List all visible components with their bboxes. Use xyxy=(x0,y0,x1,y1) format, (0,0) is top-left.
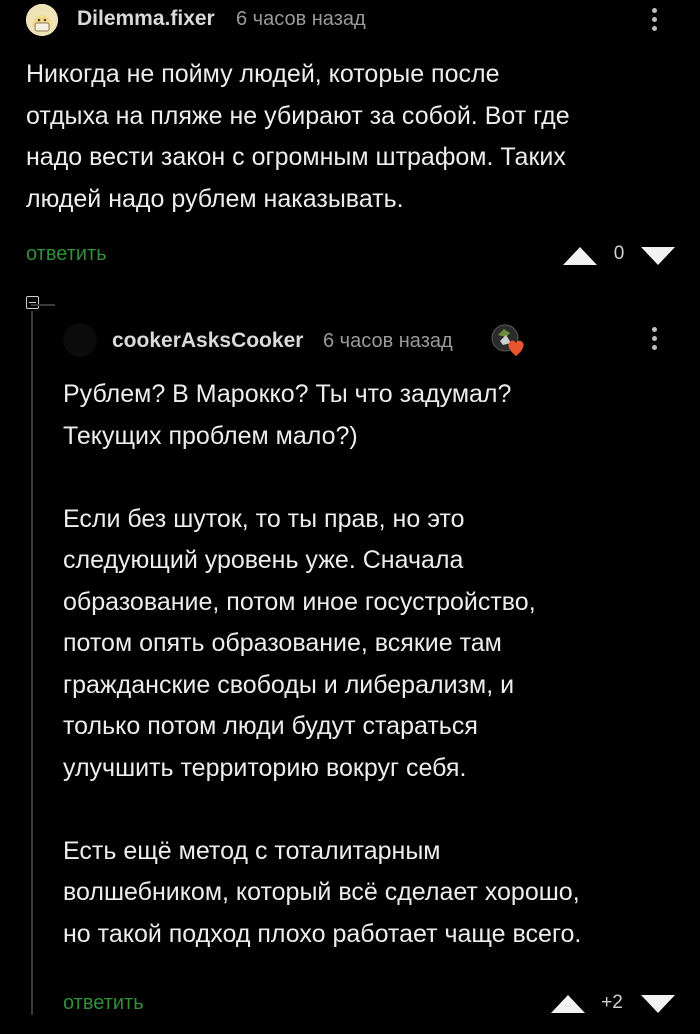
vertical-ellipsis-icon[interactable] xyxy=(649,8,659,35)
user-badge xyxy=(490,323,528,359)
comment-paragraph: Есть ещё метод с тоталитарным волшебнико… xyxy=(63,836,582,948)
thread-branch xyxy=(31,304,55,306)
comment-text: Никогда не пойму людей, которые после от… xyxy=(26,54,686,220)
comment-paragraph: Никогда не пойму людей, которые после от… xyxy=(26,60,570,213)
triangle-up-icon[interactable] xyxy=(551,993,585,1013)
username[interactable]: Dilemma.fixer xyxy=(77,7,215,31)
thread-line[interactable] xyxy=(31,311,33,1015)
triangle-down-icon[interactable] xyxy=(641,993,675,1013)
vertical-ellipsis-icon[interactable] xyxy=(649,327,659,354)
comment-text: Рублем? В Марокко? Ты что задумал? Текущ… xyxy=(63,374,693,955)
reply-link[interactable]: ответить xyxy=(63,992,144,1015)
timestamp[interactable]: 6 часов назад xyxy=(236,8,366,31)
triangle-down-icon[interactable] xyxy=(641,245,675,265)
avatar-image xyxy=(26,4,58,36)
comment-paragraph: Рублем? В Марокко? Ты что задумал? Текущ… xyxy=(63,380,512,450)
minus-box-icon[interactable] xyxy=(26,296,39,309)
reply-link[interactable]: ответить xyxy=(26,243,107,266)
heart-icon xyxy=(491,324,524,356)
triangle-up-icon[interactable] xyxy=(563,245,597,265)
avatar[interactable] xyxy=(26,4,58,36)
comment-paragraph: Если без шуток, то ты прав, но это следу… xyxy=(63,504,536,782)
username[interactable]: cookerAsksCooker xyxy=(112,329,303,353)
avatar[interactable] xyxy=(63,323,97,357)
timestamp[interactable]: 6 часов назад xyxy=(323,330,453,353)
vote-score: 0 xyxy=(613,243,625,264)
vote-score: +2 xyxy=(601,992,623,1013)
